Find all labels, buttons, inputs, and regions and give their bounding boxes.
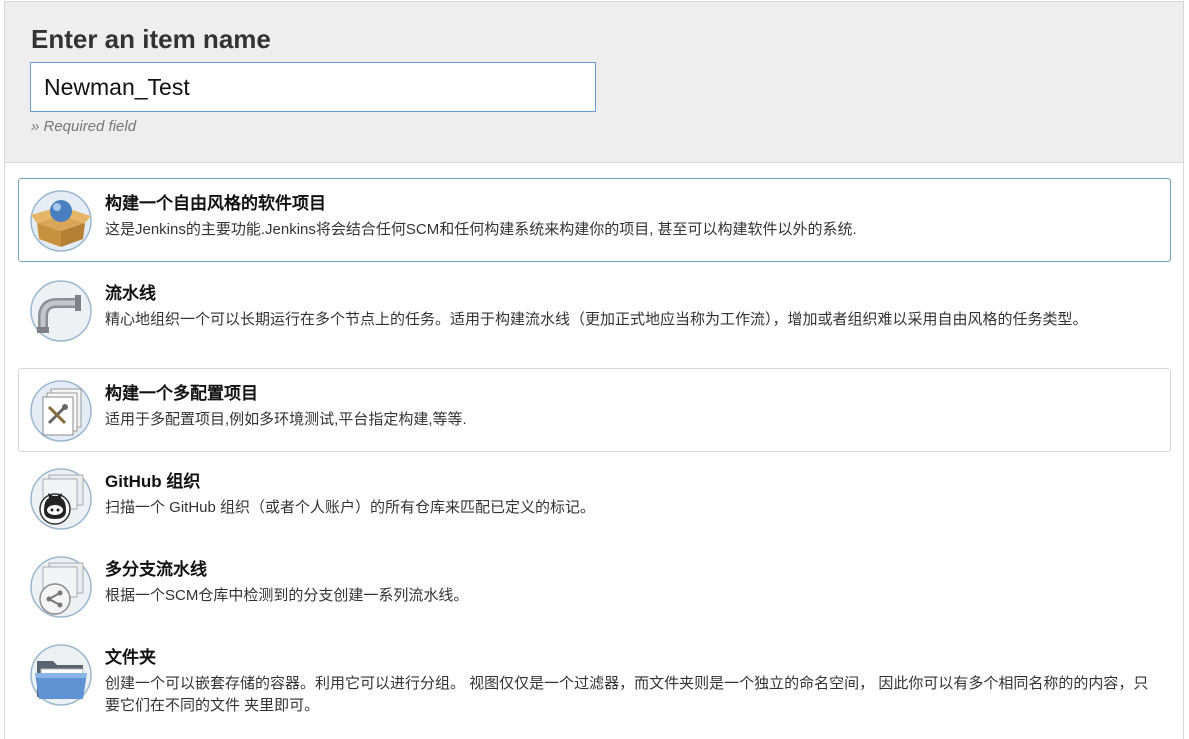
job-type-description: 扫描一个 GitHub 组织（或者个人账户）的所有仓库来匹配已定义的标记。 — [105, 499, 596, 516]
freestyle-package-icon — [29, 189, 93, 253]
job-type-description: 创建一个可以嵌套存储的容器。利用它可以进行分组。 视图仅仅是一个过滤器，而文件夹… — [105, 675, 1149, 714]
item-name-header: Enter an item name » Required field — [5, 2, 1183, 163]
job-type-description: 精心地组织一个可以长期运行在多个节点上的任务。适用于构建流水线（更加正式地应当称… — [105, 311, 1088, 328]
job-type-freestyle[interactable]: 构建一个自由风格的软件项目 这是Jenkins的主要功能.Jenkins将会结合… — [18, 178, 1171, 262]
multibranch-pipeline-icon — [29, 555, 93, 619]
job-type-github-organization[interactable]: GitHub 组织 扫描一个 GitHub 组织（或者个人账户）的所有仓库来匹配… — [18, 456, 1171, 540]
job-type-title: 构建一个自由风格的软件项目 — [105, 194, 326, 213]
job-type-title: 多分支流水线 — [105, 560, 207, 579]
multi-config-icon — [29, 379, 93, 443]
job-type-description: 根据一个SCM仓库中检测到的分支创建一系列流水线。 — [105, 587, 469, 604]
new-item-page: Enter an item name » Required field 构建一个… — [4, 1, 1184, 739]
job-type-title: 流水线 — [105, 284, 156, 303]
item-name-input[interactable] — [30, 62, 596, 112]
job-type-title: 构建一个多配置项目 — [105, 384, 258, 403]
github-organization-icon — [29, 467, 93, 531]
job-type-multi-config[interactable]: 构建一个多配置项目 适用于多配置项目,例如多环境测试,平台指定构建,等等. — [18, 368, 1171, 452]
required-field-hint: » Required field — [31, 118, 137, 135]
job-type-folder[interactable]: 文件夹 创建一个可以嵌套存储的容器。利用它可以进行分组。 视图仅仅是一个过滤器，… — [18, 632, 1171, 732]
job-type-title: 文件夹 — [105, 648, 156, 667]
folder-icon — [29, 643, 93, 707]
job-type-title: GitHub 组织 — [105, 472, 201, 491]
job-type-description: 这是Jenkins的主要功能.Jenkins将会结合任何SCM和任何构建系统来构… — [105, 221, 857, 238]
job-type-multibranch-pipeline[interactable]: 多分支流水线 根据一个SCM仓库中检测到的分支创建一系列流水线。 — [18, 544, 1171, 628]
job-type-pipeline[interactable]: 流水线 精心地组织一个可以长期运行在多个节点上的任务。适用于构建流水线（更加正式… — [18, 268, 1171, 364]
pipeline-icon — [29, 279, 93, 343]
job-type-description: 适用于多配置项目,例如多环境测试,平台指定构建,等等. — [105, 411, 467, 428]
page-title: Enter an item name — [31, 24, 271, 54]
